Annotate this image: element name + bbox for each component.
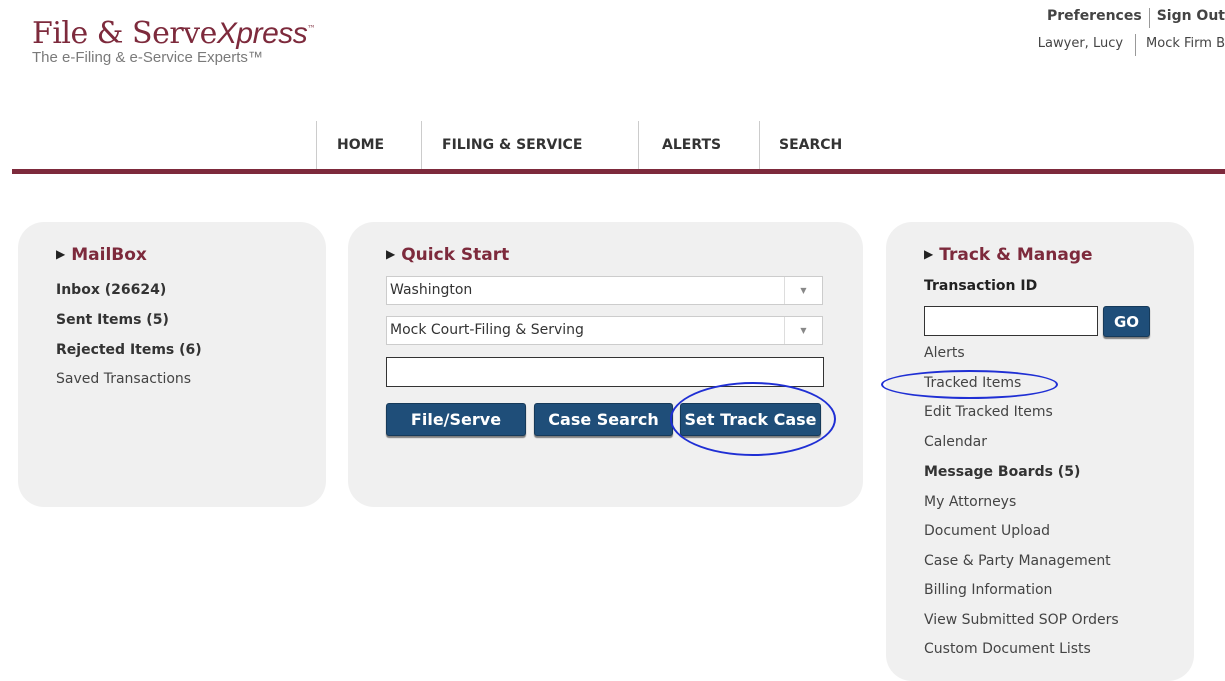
logo-trademark: ™ — [307, 24, 315, 33]
triangle-right-icon: ▶ — [924, 247, 934, 261]
mailbox-title-text: MailBox — [71, 245, 147, 265]
nav-search[interactable]: SEARCH — [759, 121, 859, 169]
logo-part2: Xpress — [216, 17, 308, 50]
billing-information-link[interactable]: Billing Information — [924, 582, 1052, 598]
track-manage-title: ▶ Track & Manage — [924, 245, 1093, 265]
mailbox-title: ▶ MailBox — [56, 245, 147, 265]
case-party-management-link[interactable]: Case & Party Management — [924, 553, 1111, 569]
saved-transactions-link[interactable]: Saved Transactions — [56, 371, 191, 387]
tracked-items-link[interactable]: Tracked Items — [924, 375, 1021, 391]
transaction-id-input[interactable] — [924, 306, 1098, 336]
divider — [1148, 8, 1150, 28]
message-boards-link[interactable]: Message Boards (5) — [924, 464, 1080, 480]
set-track-case-button[interactable]: Set Track Case — [680, 403, 821, 436]
quick-start-title-text: Quick Start — [401, 245, 510, 265]
chevron-down-icon[interactable]: ▼ — [784, 317, 822, 344]
logo-part1: File & Serve — [32, 16, 217, 51]
edit-tracked-items-link[interactable]: Edit Tracked Items — [924, 404, 1053, 420]
divider — [1135, 34, 1137, 56]
transaction-id-label: Transaction ID — [924, 278, 1038, 294]
state-select-value: Washington — [390, 282, 473, 298]
file-serve-button[interactable]: File/Serve — [386, 403, 526, 436]
logo[interactable]: File & ServeXpress™ The e-Filing & e-Ser… — [32, 16, 315, 66]
custom-document-lists-link[interactable]: Custom Document Lists — [924, 641, 1091, 657]
nav-underline — [12, 169, 1225, 174]
user-info: Lawyer, Lucy Mock Firm B — [1037, 34, 1225, 56]
alerts-link[interactable]: Alerts — [924, 345, 965, 361]
track-manage-title-text: Track & Manage — [939, 245, 1093, 265]
calendar-link[interactable]: Calendar — [924, 434, 987, 450]
nav-alerts[interactable]: ALERTS — [638, 121, 759, 169]
main-nav: HOME FILING & SERVICE ALERTS SEARCH — [316, 121, 859, 169]
go-button[interactable]: GO — [1103, 306, 1150, 337]
my-attorneys-link[interactable]: My Attorneys — [924, 494, 1016, 510]
inbox-link[interactable]: Inbox (26624) — [56, 282, 166, 298]
sent-items-link[interactable]: Sent Items (5) — [56, 312, 169, 328]
state-select[interactable]: Washington ▼ — [386, 276, 823, 305]
preferences-link[interactable]: Preferences — [1047, 8, 1142, 28]
logo-tagline: The e-Filing & e-Service Experts™ — [32, 49, 263, 66]
rejected-items-link[interactable]: Rejected Items (6) — [56, 342, 202, 358]
nav-filing-service[interactable]: FILING & SERVICE — [421, 121, 638, 169]
triangle-right-icon: ▶ — [56, 247, 66, 261]
sign-out-link[interactable]: Sign Out — [1157, 8, 1225, 28]
case-input[interactable] — [386, 357, 824, 387]
court-select-value: Mock Court-Filing & Serving — [390, 322, 584, 338]
view-sop-orders-link[interactable]: View Submitted SOP Orders — [924, 612, 1119, 628]
firm-name: Mock Firm B — [1146, 36, 1225, 51]
user-name: Lawyer, Lucy — [1037, 36, 1124, 51]
logo-wordmark: File & ServeXpress™ — [32, 16, 315, 51]
nav-home[interactable]: HOME — [316, 121, 421, 169]
court-select[interactable]: Mock Court-Filing & Serving ▼ — [386, 316, 823, 345]
case-search-button[interactable]: Case Search — [534, 403, 673, 436]
document-upload-link[interactable]: Document Upload — [924, 523, 1050, 539]
user-links: Preferences Sign Out — [1047, 8, 1225, 28]
triangle-right-icon: ▶ — [386, 247, 396, 261]
quick-start-title: ▶ Quick Start — [386, 245, 509, 265]
chevron-down-icon[interactable]: ▼ — [784, 277, 822, 304]
